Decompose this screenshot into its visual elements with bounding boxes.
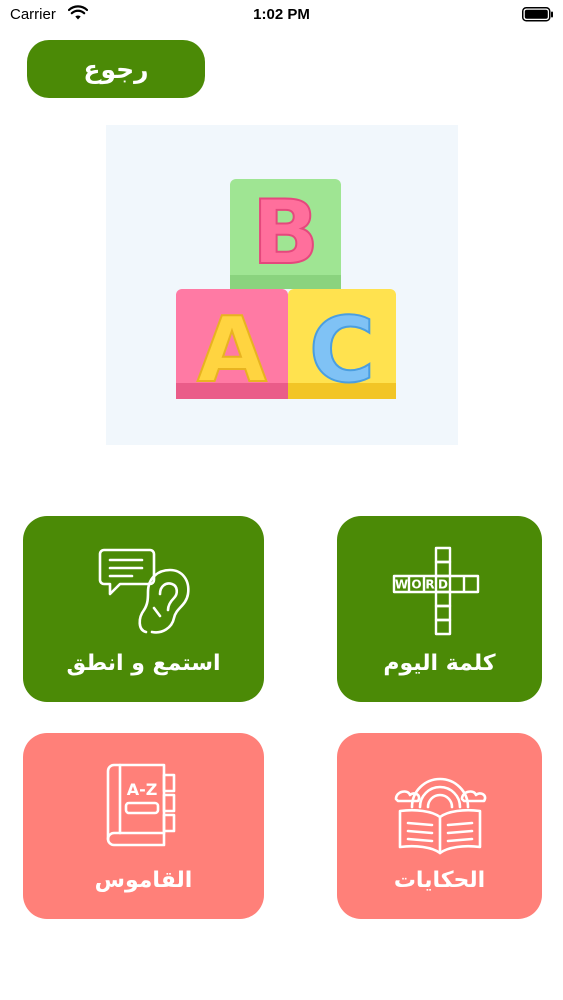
stories-label: الحكايات: [393, 868, 486, 893]
crossword-letter-o: O: [411, 578, 421, 592]
block-letter-c: C: [309, 298, 375, 403]
crossword-letter-r: R: [425, 578, 434, 592]
status-bar: Carrier 1:02 PM: [0, 0, 563, 32]
listen-speak-label: استمع و انطق: [66, 651, 221, 676]
block-letter-b: B: [252, 181, 319, 284]
dictionary-book-text: A-Z: [126, 780, 157, 799]
crossword-letter-w: W: [394, 578, 407, 592]
abc-blocks-image: B A C: [106, 125, 458, 445]
stories-tile[interactable]: الحكايات: [337, 733, 542, 919]
open-book-rainbow-icon: [392, 761, 488, 861]
back-button-label: رجوع: [83, 54, 149, 84]
word-of-day-tile[interactable]: W O R D كلمة اليوم: [337, 516, 542, 702]
block-letter-a: A: [197, 298, 267, 403]
crossword-icon: W O R D: [392, 544, 488, 644]
back-button[interactable]: رجوع: [27, 40, 205, 98]
listen-speak-tile[interactable]: استمع و انطق: [23, 516, 264, 702]
dictionary-tile[interactable]: A-Z القاموس: [23, 733, 264, 919]
dictionary-label: القاموس: [94, 868, 193, 893]
word-of-day-label: كلمة اليوم: [383, 651, 496, 676]
status-time: 1:02 PM: [253, 6, 310, 23]
battery-icon: [522, 7, 554, 26]
speech-bubble-ear-icon: [96, 544, 192, 644]
crossword-letter-d: D: [438, 578, 448, 592]
book-a-z-icon: A-Z: [96, 761, 192, 861]
